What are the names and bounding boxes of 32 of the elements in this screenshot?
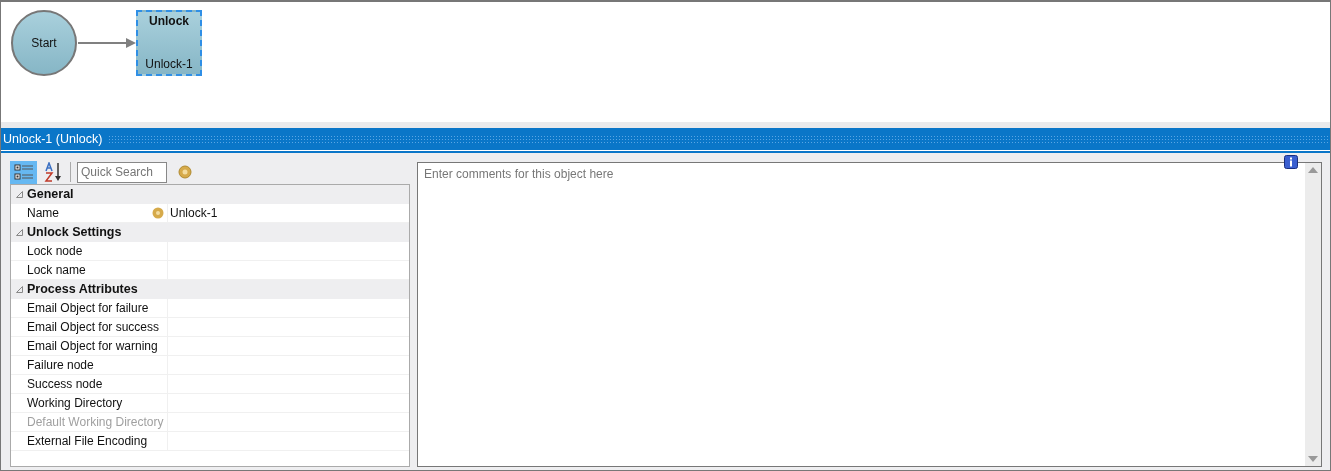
collapse-toggle-icon[interactable] [15, 190, 23, 198]
property-value: Unlock-1 [170, 205, 218, 222]
property-name: Success node [27, 376, 103, 393]
scroll-up-icon[interactable] [1308, 166, 1318, 173]
category-label: Unlock Settings [27, 224, 122, 242]
category-label: General [27, 186, 74, 204]
start-node[interactable]: Start [11, 10, 77, 76]
task-node[interactable]: Unlock Unlock-1 [136, 10, 202, 76]
property-name: Lock node [27, 243, 83, 260]
collapse-toggle-icon[interactable] [15, 228, 23, 236]
property-name: Failure node [27, 357, 94, 374]
property-name: Lock name [27, 262, 86, 279]
property-name: Name [27, 205, 59, 222]
collapse-toggle-icon[interactable] [15, 285, 23, 293]
node-title: Unlock [149, 13, 189, 30]
property-name: External File Encoding [27, 433, 148, 450]
property-name: Email Object for success [27, 319, 160, 336]
sort-az-icon [43, 162, 64, 182]
property-name: Default Working Directory [27, 414, 164, 431]
property-name: Working Directory [27, 395, 123, 412]
node-label: Start [31, 35, 57, 52]
category-label: Process Attributes [27, 281, 138, 299]
scroll-down-icon[interactable] [1308, 456, 1318, 463]
panel-title: Unlock-1 (Unlock) [3, 130, 103, 148]
coin-icon [178, 165, 192, 179]
property-name: Email Object for warning [27, 338, 158, 355]
property-name: Email Object for failure [27, 300, 149, 317]
connector-arrow [77, 38, 136, 48]
categorized-button[interactable] [10, 160, 37, 184]
quick-search-field[interactable]: Quick Search [77, 161, 167, 183]
categorized-icon [13, 163, 34, 181]
node-label: Unlock-1 [145, 56, 193, 73]
